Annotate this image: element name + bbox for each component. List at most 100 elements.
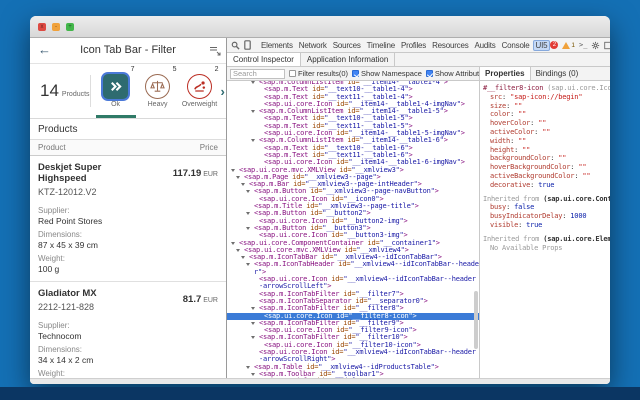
expand-arrow-icon[interactable] [246,366,250,369]
expand-arrow-icon[interactable] [251,139,255,142]
attribute-label: Weight: [38,254,218,263]
property-row[interactable]: color: "" [483,110,610,119]
tab-ok[interactable]: 7Ok [95,64,137,118]
no-properties-message: No Available Props [483,244,610,253]
devtools-tab-console[interactable]: Console [499,40,533,51]
window-close-button[interactable]: x [38,23,46,31]
tree-scrollbar-thumb[interactable] [474,291,478,349]
expand-arrow-icon[interactable] [246,190,250,193]
tab-separator [90,75,91,107]
property-row[interactable]: decorative: true [483,181,610,190]
props-tab-properties[interactable]: Properties [480,67,531,80]
expand-arrow-icon[interactable] [251,336,255,339]
checkbox-box [352,70,359,77]
props-tab-bindings-0-[interactable]: Bindings (0) [531,67,584,80]
app-page-title: Icon Tab Bar - Filter [30,44,226,56]
tree-node[interactable]: <sap.ui.core.Icon id="__xmlview4--idIcon… [227,349,479,364]
expand-arrow-icon[interactable] [241,256,245,259]
expand-arrow-icon[interactable] [251,81,255,84]
devtools-tab-ui5[interactable]: UI5 [533,40,551,51]
subtab-application-information[interactable]: Application Information [301,53,395,66]
expand-arrow-icon[interactable] [246,263,250,266]
attribute-value: Red Point Stores [38,216,218,226]
tab-count: 5 [173,66,177,73]
property-row[interactable]: hoverColor: "" [483,119,610,128]
tab-heavy[interactable]: 5Heavy [137,64,179,118]
device-toolbar-icon[interactable] [244,40,251,50]
window-minimize-button[interactable]: - [52,23,60,31]
property-row[interactable]: busy: false [483,203,610,212]
property-row[interactable]: activeColor: "" [483,128,610,137]
expand-arrow-icon[interactable] [241,183,245,186]
warning-icon [562,42,570,49]
expand-arrow-icon[interactable] [236,176,240,179]
product-list-item[interactable]: Deskjet Super Highspeed117.19 EURKTZ-120… [30,156,226,282]
search-input[interactable] [230,69,285,79]
console-drawer-icon[interactable]: >_ [579,41,587,49]
tab-products-count[interactable]: 14 Products [30,81,90,101]
window-bottom-frame [30,378,610,384]
app-header: ← Icon Tab Bar - Filter [30,38,226,64]
desktop-bottom-band [0,387,640,400]
tab-label: Overweight [182,101,217,108]
checkbox-show-namespace[interactable]: Show Namespace [352,69,422,78]
expand-arrow-icon[interactable] [231,242,235,245]
attribute-label: Supplier: [38,321,218,330]
tab-overweight[interactable]: 2Overweight [179,64,221,118]
devtools-tab-audits[interactable]: Audits [472,40,499,51]
property-row[interactable]: activeBackgroundColor: "" [483,172,610,181]
window-maximize-button[interactable]: + [66,23,74,31]
window-controls: x-+ [38,23,74,31]
expand-arrow-icon[interactable] [251,307,255,310]
expand-arrow-icon[interactable] [251,322,255,325]
devtools-tab-elements[interactable]: Elements [258,40,296,51]
product-list-item[interactable]: Gladiator MX81.7 EUR2212-121-828Supplier… [30,282,226,378]
begin-icon [103,74,128,99]
attribute-label: Weight: [38,369,218,378]
property-row[interactable]: hoverBackgroundColor: "" [483,163,610,172]
checkbox-show-attributes[interactable]: Show Attributes [426,69,479,78]
expand-arrow-icon[interactable] [231,169,235,172]
property-group-header: Inherited from (sap.ui.core.Control) [483,195,610,204]
tree-node[interactable]: <sap.m.IconTabHeader id="__xmlview4--idI… [227,261,479,276]
column-price: Price [200,140,218,155]
selected-control-selector: #__filter8-icon (sap.ui.core.Icon) [483,84,610,93]
property-row[interactable]: width: "" [483,137,610,146]
property-group-header: Inherited from (sap.ui.core.Element) [483,235,610,244]
product-price: 117.19 EUR [173,163,218,181]
attribute-label: Dimensions: [38,230,218,239]
property-row[interactable]: visible: true [483,221,610,230]
product-attributes: Supplier:TechnocomDimensions:34 x 14 x 2… [38,321,218,378]
property-row[interactable]: backgroundColor: "" [483,154,610,163]
icon-tab-bar: 14 Products 7Ok5Heavy2Overweight › [30,64,226,119]
property-row[interactable]: busyIndicatorDelay: 1000 [483,212,610,221]
subtab-control-inspector[interactable]: Control Inspector [227,53,301,66]
checkbox-box [289,70,296,77]
dock-side-icon[interactable] [604,41,610,50]
checkbox-label: Show Namespace [361,69,422,78]
overflow-menu-icon[interactable] [209,44,221,56]
expand-arrow-icon[interactable] [246,227,250,230]
expand-arrow-icon[interactable] [246,212,250,215]
property-row[interactable]: src: "sap-icon://begin" [483,93,610,102]
devtools-tab-resources[interactable]: Resources [429,40,471,51]
expand-arrow-icon[interactable] [251,373,255,376]
attribute-value: 87 x 45 x 39 cm [38,240,218,250]
checkbox-filter-results-0-[interactable]: Filter results(0) [289,69,348,78]
devtools-tab-network[interactable]: Network [296,40,330,51]
property-row[interactable]: height: "" [483,146,610,155]
column-product: Product [38,140,66,155]
property-row[interactable]: size: "" [483,102,610,111]
warning-count-badge[interactable]: 1 [562,42,575,49]
devtools-tab-timeline[interactable]: Timeline [364,40,398,51]
error-count-badge[interactable]: 2 [550,41,558,49]
product-attributes: Supplier:Red Point StoresDimensions:87 x… [38,206,218,274]
devtools-tab-sources[interactable]: Sources [330,40,364,51]
expand-arrow-icon[interactable] [236,249,240,252]
settings-gear-icon[interactable] [591,41,600,50]
expand-arrow-icon[interactable] [251,110,255,113]
devtools-tab-profiles[interactable]: Profiles [398,40,429,51]
inspect-element-icon[interactable] [231,41,240,50]
tree-node[interactable]: <sap.ui.core.Icon id="__xmlview4--idIcon… [227,276,479,291]
products-count-label: Products [62,91,90,98]
